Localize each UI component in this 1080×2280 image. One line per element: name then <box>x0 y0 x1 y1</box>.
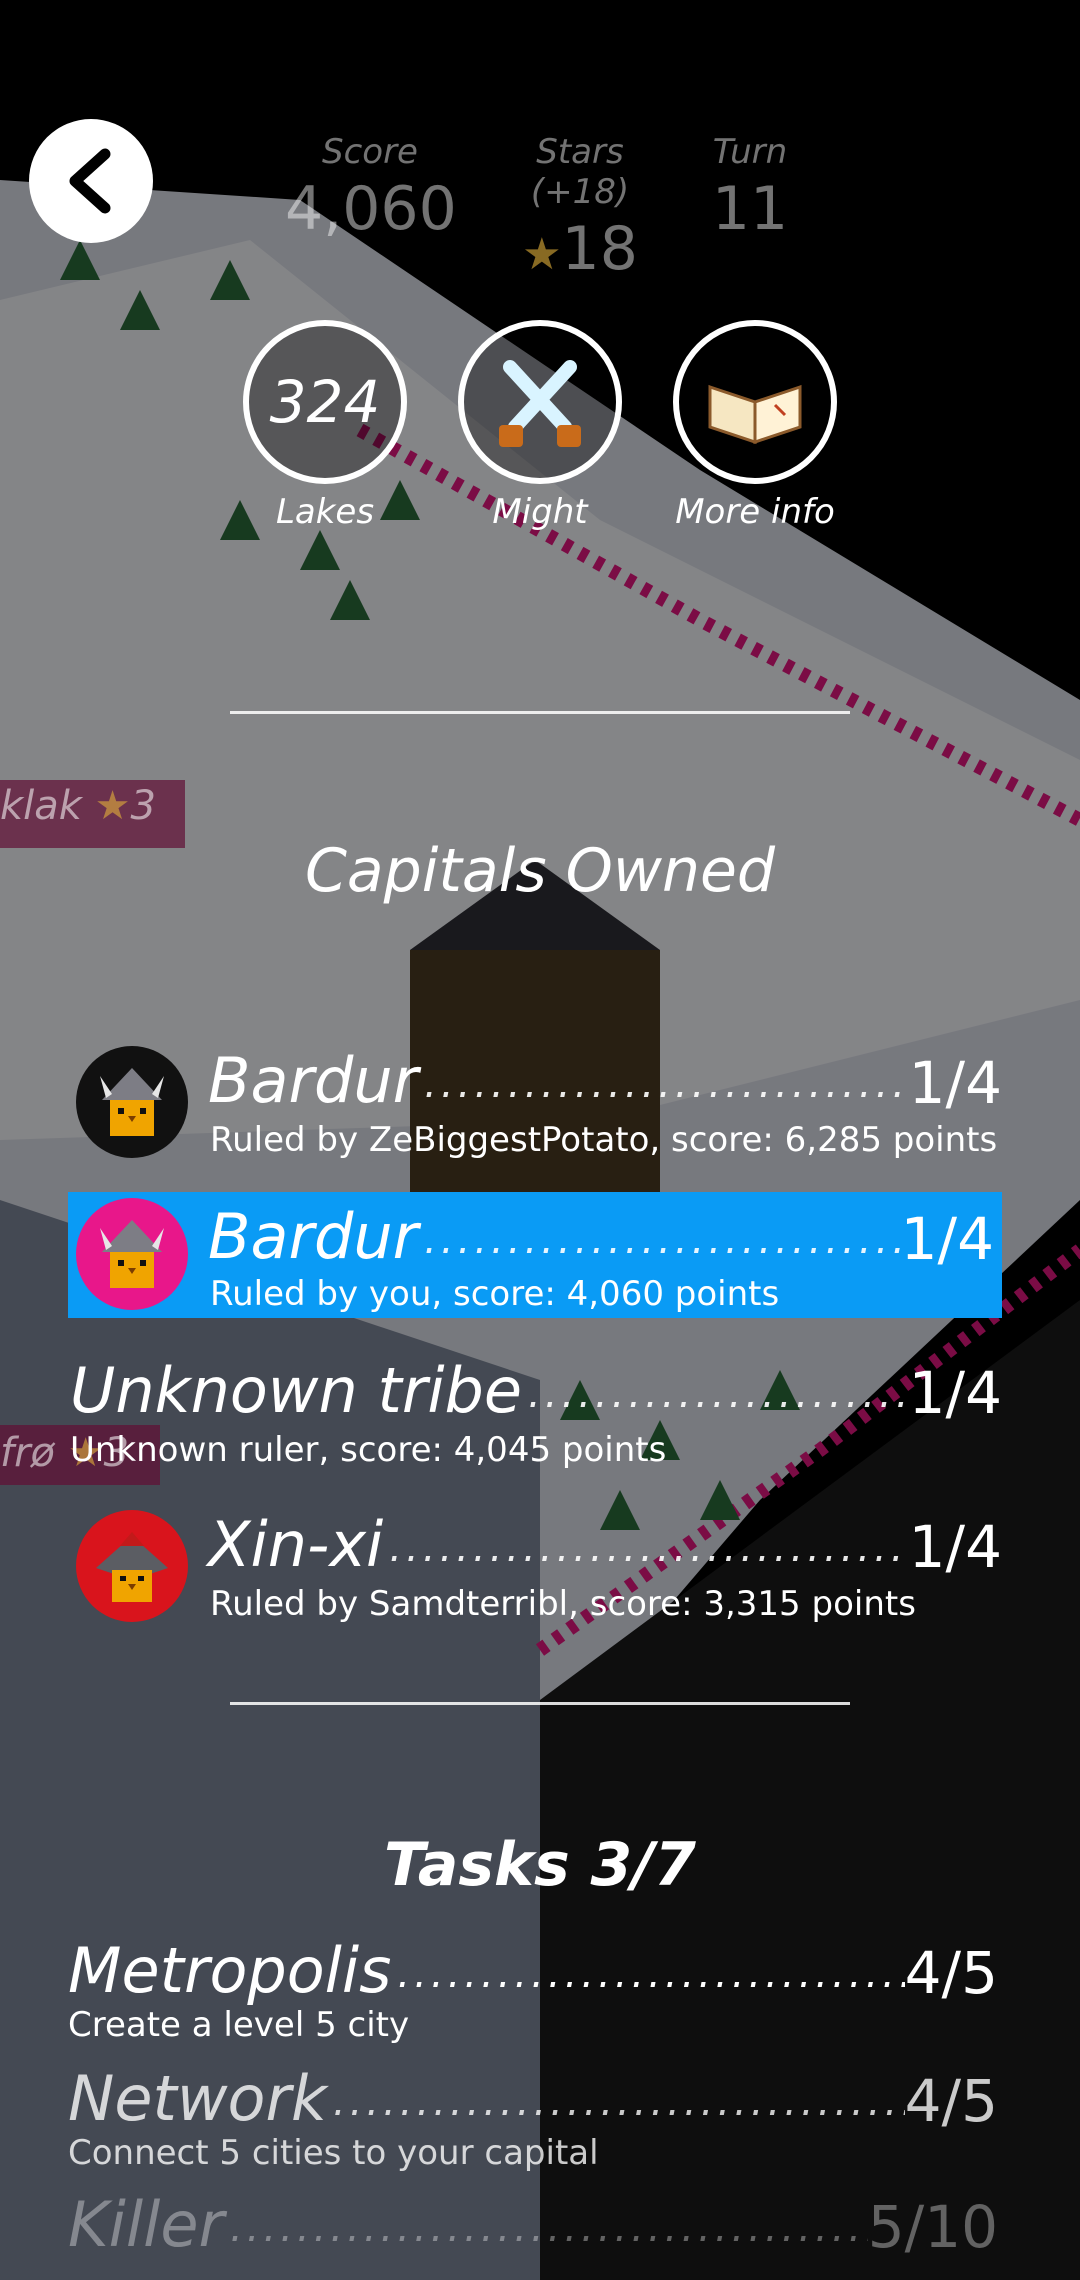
tribe-avatar-xin-xi <box>76 1510 188 1622</box>
capital-ratio: 1/4 <box>908 1049 1002 1117</box>
turn-label: Turn <box>712 132 788 172</box>
lakes-value: 324 <box>269 368 381 436</box>
tribe-name: Xin-xi <box>208 1508 384 1581</box>
ruler-info: Ruled by you, score: 4,060 points <box>210 1274 780 1314</box>
score-stat: Score 4,060 <box>285 132 457 244</box>
task-item[interactable]: Metropolis .............................… <box>68 1934 998 2045</box>
lakes-label: Lakes <box>275 492 375 532</box>
ruler-info: Unknown ruler, score: 4,045 points <box>70 1430 667 1470</box>
capital-row[interactable]: Unknown tribe ..........................… <box>68 1346 1002 1472</box>
task-header: Killer .................................… <box>68 2188 998 2261</box>
capital-row-header: Unknown tribe ..........................… <box>70 1354 1002 1427</box>
capital-ratio: 1/4 <box>908 1513 1002 1581</box>
task-description: Connect 5 cities to your capital <box>68 2133 599 2173</box>
capital-row-current-player[interactable]: Bardur .................................… <box>68 1192 1002 1318</box>
more-info-button[interactable]: More info <box>673 320 837 532</box>
tribe-avatar-bardur <box>76 1198 188 1310</box>
leader-dots: ........................................ <box>229 2205 868 2251</box>
capital-row-header: Xin-xi .................................… <box>208 1508 1002 1581</box>
capital-row[interactable]: Bardur .................................… <box>68 1036 1002 1162</box>
ruler-info: Ruled by ZeBiggestPotato, score: 6,285 p… <box>210 1120 998 1160</box>
star-icon: ★ <box>94 783 131 829</box>
stars-stat: Stars (+18) ★18 <box>490 132 670 284</box>
leader-dots: ........................................ <box>397 1951 904 1997</box>
ruler-info: Ruled by Samdterribl, score: 3,315 point… <box>210 1584 916 1624</box>
capital-row-header: Bardur .................................… <box>208 1200 994 1273</box>
task-progress: 5/10 <box>867 2193 998 2261</box>
chevron-left-icon <box>69 148 111 214</box>
stars-label: Stars (+18) <box>530 132 630 212</box>
task-progress: 4/5 <box>904 1939 998 2007</box>
leader-dots: ........................................ <box>528 1371 909 1417</box>
capital-ratio: 1/4 <box>908 1359 1002 1427</box>
might-button[interactable]: Might <box>458 320 622 532</box>
capital-row[interactable]: Xin-xi .................................… <box>68 1500 1002 1626</box>
divider <box>230 1702 850 1705</box>
capitals-title: Capitals Owned <box>304 836 776 906</box>
score-value: 4,060 <box>285 174 457 244</box>
capital-ratio: 1/4 <box>900 1205 994 1273</box>
more-info-label: More info <box>675 492 835 532</box>
capital-row-header: Bardur .................................… <box>208 1044 1002 1117</box>
tasks-title: Tasks 3/7 <box>384 1830 696 1900</box>
task-item[interactable]: Killer .................................… <box>68 2188 998 2261</box>
tribe-name: Unknown tribe <box>70 1354 523 1427</box>
might-label: Might <box>492 492 588 532</box>
lakes-ring: 324 <box>243 320 407 484</box>
turn-stat: Turn 11 <box>700 132 800 244</box>
leader-dots: ........................................ <box>424 1217 900 1263</box>
task-item[interactable]: Network ................................… <box>68 2062 998 2173</box>
task-name: Network <box>68 2062 327 2135</box>
might-ring <box>458 320 622 484</box>
tribe-name: Bardur <box>208 1044 419 1117</box>
leader-dots: ........................................ <box>389 1525 908 1571</box>
score-label: Score <box>322 132 418 172</box>
back-button[interactable] <box>29 119 153 243</box>
task-name: Killer <box>68 2188 224 2261</box>
turn-value: 11 <box>711 174 789 244</box>
task-header: Metropolis .............................… <box>68 1934 998 2007</box>
tribe-name: Bardur <box>208 1200 419 1273</box>
crossed-swords-icon <box>499 360 581 447</box>
tribe-avatar-bardur <box>76 1046 188 1158</box>
lakes-button[interactable]: 324 Lakes <box>243 320 407 532</box>
open-book-icon <box>708 384 802 445</box>
leader-dots: ........................................ <box>424 1061 909 1107</box>
task-header: Network ................................… <box>68 2062 998 2135</box>
star-icon: ★ <box>522 229 562 280</box>
more-info-ring <box>673 320 837 484</box>
task-name: Metropolis <box>68 1934 392 2007</box>
map-city-label: klak ★3 <box>0 783 156 829</box>
leader-dots: ........................................ <box>332 2079 905 2125</box>
task-description: Create a level 5 city <box>68 2005 410 2045</box>
stars-value: 18 <box>561 214 638 284</box>
task-progress: 4/5 <box>904 2067 998 2135</box>
divider <box>230 711 850 714</box>
